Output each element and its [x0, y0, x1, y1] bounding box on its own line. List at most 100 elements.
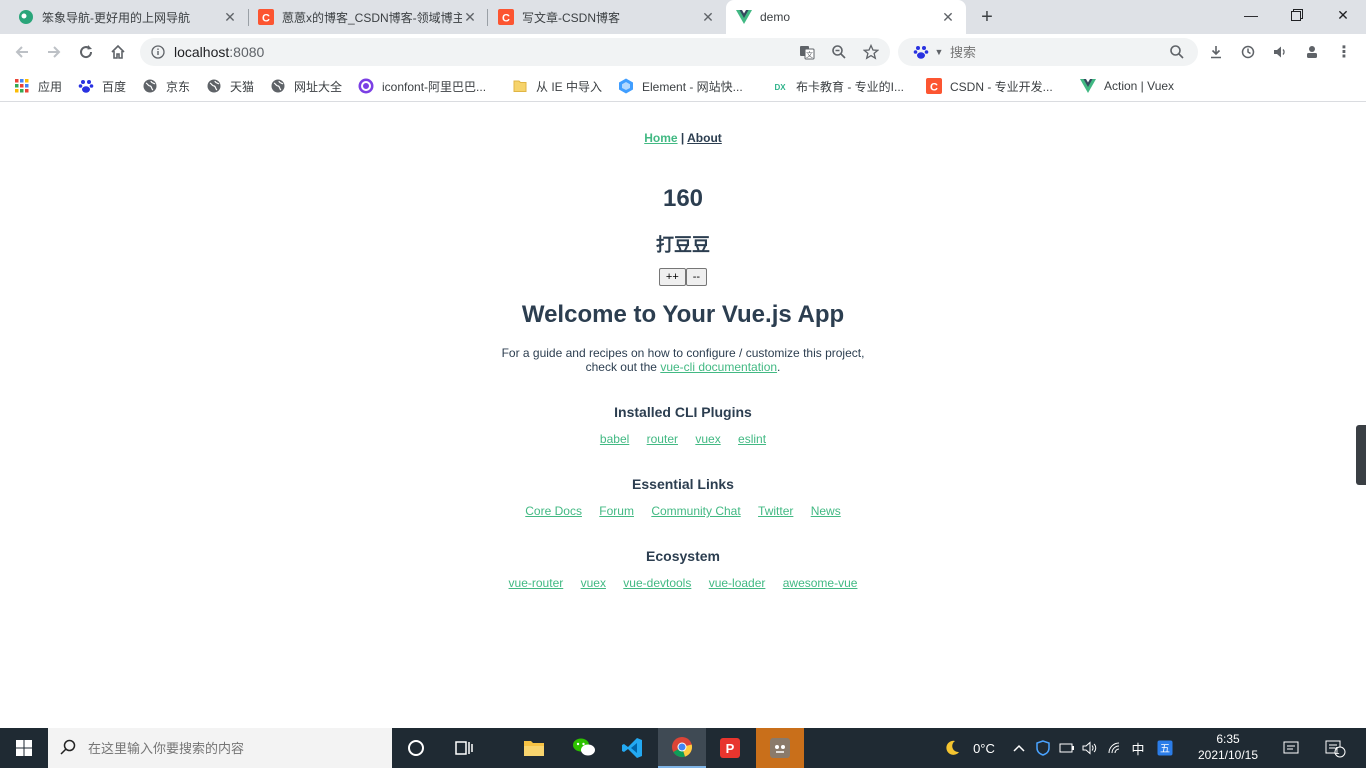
bookmark-jd[interactable]: 京东 [142, 76, 190, 96]
close-window-button[interactable]: ✕ [1320, 0, 1366, 30]
nav-home-link[interactable]: Home [644, 131, 677, 145]
apps-grid-icon [14, 78, 30, 94]
forward-button[interactable] [42, 40, 66, 64]
bookmark-vuex[interactable]: Action | Vuex [1080, 76, 1174, 96]
moon-icon[interactable] [940, 728, 964, 768]
link-twitter[interactable]: Twitter [758, 504, 793, 518]
link-core-docs[interactable]: Core Docs [525, 504, 582, 518]
decrement-button[interactable]: -- [685, 268, 708, 286]
plugins-links: babel router vuex eslint [0, 432, 1366, 446]
vscode-button[interactable] [608, 728, 656, 768]
new-tab-button[interactable]: + [976, 7, 998, 29]
close-icon[interactable]: ✕ [940, 9, 956, 25]
wechat-button[interactable] [560, 728, 608, 768]
wps-button[interactable]: P [706, 728, 754, 768]
wifi-icon[interactable] [1105, 728, 1125, 768]
info-icon[interactable] [149, 43, 167, 61]
arrow-right-icon [48, 46, 61, 58]
vscode-icon [622, 738, 642, 758]
close-icon[interactable]: ✕ [462, 9, 478, 25]
tab-3[interactable]: C 写文章-CSDN博客 ✕ [488, 0, 726, 34]
back-button[interactable] [10, 40, 34, 64]
close-icon[interactable]: ✕ [700, 9, 716, 25]
download-icon[interactable] [1206, 42, 1226, 62]
input-method-icon[interactable]: 五 [1154, 728, 1176, 768]
address-bar[interactable]: localhost:8080 文 [140, 38, 890, 66]
search-box[interactable]: ▼ [898, 38, 1198, 66]
bookmark-hao123[interactable]: 网址大全 [270, 76, 342, 96]
vue-cli-docs-link[interactable]: vue-cli documentation [660, 360, 777, 374]
file-explorer-button[interactable] [510, 728, 558, 768]
star-icon[interactable] [862, 43, 880, 61]
weather-text[interactable]: 0°C [966, 728, 1002, 768]
bookmark-element[interactable]: Element - 网站快... [618, 76, 743, 96]
history-icon[interactable] [1238, 42, 1258, 62]
speaker-icon[interactable] [1270, 42, 1290, 62]
link-forum[interactable]: Forum [599, 504, 634, 518]
side-panel-handle[interactable] [1356, 425, 1366, 485]
battery-icon[interactable] [1057, 728, 1077, 768]
csdn-icon: C [258, 9, 274, 25]
link-eslint[interactable]: eslint [738, 432, 766, 446]
chevron-up-icon[interactable] [1010, 728, 1028, 768]
chrome-icon [672, 737, 693, 758]
bookmark-iconfont[interactable]: iconfont-阿里巴巴... [358, 76, 486, 96]
menu-dots-icon[interactable]: ⋮ [1334, 42, 1354, 62]
zoom-icon[interactable] [830, 43, 848, 61]
chevron-down-icon[interactable]: ▼ [930, 43, 948, 61]
restore-button[interactable] [1274, 0, 1320, 30]
cortana-button[interactable] [392, 728, 440, 768]
bookmark-label: 应用 [38, 79, 63, 94]
tab-1[interactable]: 笨象导航-更好用的上网导航 ✕ [8, 0, 248, 34]
link-community-chat[interactable]: Community Chat [651, 504, 740, 518]
tab-4-title: demo [760, 10, 791, 24]
increment-button[interactable]: ++ [658, 268, 686, 286]
bookmark-apps[interactable]: 应用 [14, 76, 62, 96]
browser-toolbar: localhost:8080 文 ▼ ⋮ [0, 34, 1366, 70]
bookmark-tmall[interactable]: 天猫 [206, 76, 254, 96]
bookmark-label: 从 IE 中导入 [536, 79, 603, 94]
chrome-button[interactable] [658, 728, 706, 768]
bookmark-buka[interactable]: DX 布卡教育 - 专业的I... [772, 76, 904, 96]
nav-about-link[interactable]: About [687, 131, 722, 145]
taskbar-search-input[interactable] [88, 739, 378, 757]
notes-icon[interactable] [1280, 728, 1302, 768]
tab-2[interactable]: C 蒽蒽x的博客_CSDN博客-领域博主 ✕ [248, 0, 488, 34]
bookmark-baidu[interactable]: 百度 [78, 76, 126, 96]
intro-text: For a guide and recipes on how to config… [0, 346, 1366, 374]
link-news[interactable]: News [811, 504, 841, 518]
link-router[interactable]: router [647, 432, 678, 446]
baidu-paw-icon[interactable] [912, 43, 930, 61]
shield-icon[interactable] [1033, 728, 1053, 768]
vue-icon [736, 9, 752, 25]
action-center-icon[interactable]: 1 [1322, 728, 1348, 768]
link-vuex-eco[interactable]: vuex [581, 576, 606, 590]
search-input[interactable] [950, 43, 1150, 61]
link-awesome-vue[interactable]: awesome-vue [783, 576, 858, 590]
ime-indicator[interactable]: 中 [1128, 728, 1148, 768]
extension-icon[interactable] [1302, 42, 1322, 62]
link-vue-loader[interactable]: vue-loader [709, 576, 766, 590]
task-view-button[interactable] [440, 728, 488, 768]
taskbar-search[interactable] [48, 728, 392, 768]
close-icon[interactable]: ✕ [222, 9, 238, 25]
clock[interactable]: 6:35 2021/10/15 [1190, 731, 1266, 763]
link-vuex[interactable]: vuex [695, 432, 720, 446]
home-button[interactable] [106, 40, 130, 64]
minimize-button[interactable]: — [1228, 0, 1274, 30]
bookmark-csdn[interactable]: C CSDN - 专业开发... [926, 76, 1053, 96]
link-vue-router[interactable]: vue-router [509, 576, 564, 590]
volume-icon[interactable] [1080, 728, 1100, 768]
translate-icon[interactable]: 文 [798, 43, 816, 61]
link-vue-devtools[interactable]: vue-devtools [623, 576, 691, 590]
start-button[interactable] [0, 728, 48, 768]
bookmark-ie-import[interactable]: 从 IE 中导入 [512, 76, 602, 96]
search-icon [60, 739, 76, 760]
tiger-app-button[interactable] [756, 728, 804, 768]
wechat-icon [573, 738, 595, 756]
search-icon[interactable] [1168, 43, 1186, 61]
tab-4-active[interactable]: demo ✕ [726, 0, 966, 34]
restore-icon [1291, 9, 1303, 21]
link-babel[interactable]: babel [600, 432, 629, 446]
reload-button[interactable] [74, 40, 98, 64]
